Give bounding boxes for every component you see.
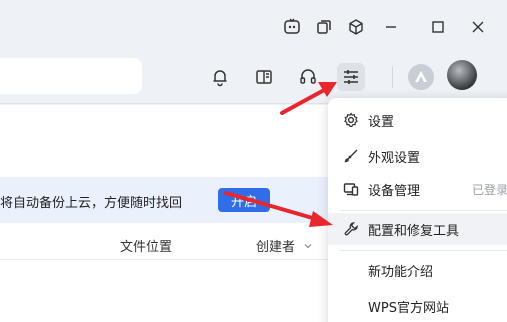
menu-item-label: 配置和修复工具 bbox=[368, 223, 460, 239]
reader-icon[interactable] bbox=[250, 63, 278, 91]
sliders-icon[interactable] bbox=[337, 63, 365, 91]
menu-item-label: WPS官方网站 bbox=[368, 300, 449, 316]
close-button[interactable] bbox=[467, 16, 489, 38]
settings-menu: 设置 外观设置 设备管理 已登录 配置和修复工具 新功能介绍 WPS官方网站 bbox=[328, 98, 507, 322]
login-status: 已登录 bbox=[472, 182, 507, 197]
toolbar-divider bbox=[392, 66, 393, 88]
wrench-icon bbox=[342, 220, 360, 238]
title-bar bbox=[0, 0, 507, 50]
wps-logo-icon[interactable] bbox=[408, 64, 434, 90]
menu-item-label: 新功能介绍 bbox=[368, 264, 434, 280]
window-switch-icon[interactable] bbox=[313, 16, 335, 38]
device-icon bbox=[342, 180, 360, 198]
menu-item-label: 外观设置 bbox=[368, 150, 421, 166]
brush-icon bbox=[342, 147, 360, 165]
chevron-down-icon bbox=[303, 240, 313, 255]
column-header-location[interactable]: 文件位置 bbox=[120, 236, 172, 255]
column-header-creator[interactable]: 创建者 bbox=[256, 236, 313, 255]
menu-item-devices[interactable]: 设备管理 已登录 bbox=[328, 173, 507, 205]
menu-divider bbox=[340, 250, 507, 251]
menu-divider bbox=[340, 210, 507, 211]
menu-item-appearance[interactable]: 外观设置 bbox=[328, 140, 507, 172]
menu-item-official-site[interactable]: WPS官方网站 bbox=[328, 290, 507, 322]
headset-icon[interactable] bbox=[294, 63, 322, 91]
column-header-creator-label: 创建者 bbox=[256, 240, 296, 255]
app-window: 将自动备份上云，方便随时找回 开启 文件位置 创建者 设置 外观设置 设备管理 … bbox=[0, 0, 507, 322]
enable-button[interactable]: 开启 bbox=[218, 188, 270, 212]
banner-text: 将自动备份上云，方便随时找回 bbox=[0, 196, 183, 211]
avatar[interactable] bbox=[447, 60, 477, 90]
header-divider bbox=[0, 259, 330, 260]
ai-assistant-icon[interactable] bbox=[281, 16, 303, 38]
menu-item-label: 设置 bbox=[368, 114, 395, 130]
menu-item-settings[interactable]: 设置 bbox=[328, 104, 507, 136]
minimize-button[interactable] bbox=[380, 16, 402, 38]
menu-item-whats-new[interactable]: 新功能介绍 bbox=[328, 254, 507, 286]
menu-item-repair-tool[interactable]: 配置和修复工具 bbox=[328, 213, 507, 245]
menu-item-label: 设备管理 bbox=[368, 183, 421, 199]
cube-icon[interactable] bbox=[345, 16, 367, 38]
search-input[interactable] bbox=[0, 58, 142, 94]
gear-icon bbox=[342, 111, 360, 129]
bell-icon[interactable] bbox=[206, 63, 234, 91]
maximize-button[interactable] bbox=[427, 16, 449, 38]
